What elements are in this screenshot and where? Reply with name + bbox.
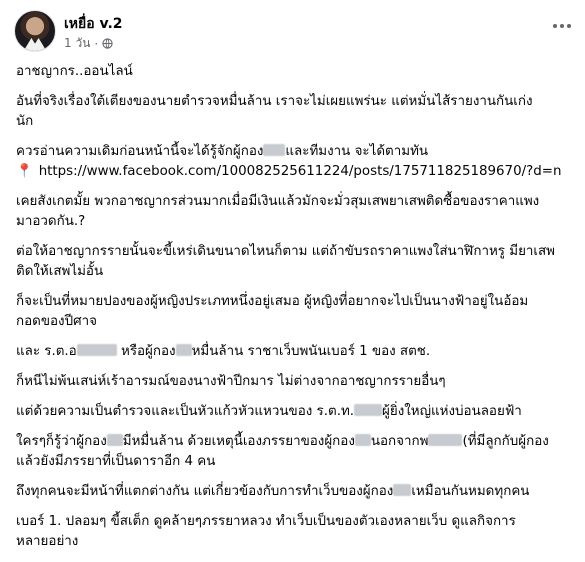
facebook-link-line[interactable]: 📍 https://www.facebook.com/10008252561122… xyxy=(16,162,576,182)
post-meta: 1 วัน · xyxy=(64,34,113,53)
pushpin-icon: 📍 xyxy=(16,164,33,179)
paragraph-4-line-1: เคยสังเกตมั้ย พวกอาชญากรส่วนมากเมื่อมีเง… xyxy=(16,194,540,209)
paragraph-2: อันที่จริงเรื่องใต้เตียงของนายตำรวจหมื่น… xyxy=(16,92,576,132)
post-time[interactable]: 1 วัน xyxy=(64,34,90,53)
paragraph-8: ก็หนีไม่พ้นเสน่ห์เร้าอารมณ์ของนางฟ้าปีกม… xyxy=(16,374,446,389)
facebook-post: เหยื่อ v.2 1 วัน · อาชญากร..ออนไลน์ อันท… xyxy=(0,0,585,549)
post-header: เหยื่อ v.2 1 วัน · xyxy=(0,0,585,60)
paragraph-5-line-1: ต่อให้อาชญากรรายนั้นจะขี้เหร่เดินขนาดไหน… xyxy=(16,244,556,259)
paragraph-4-line-2: มาอวดกัน.? xyxy=(16,214,86,229)
meta-separator: · xyxy=(94,36,99,51)
globe-icon xyxy=(102,38,113,49)
paragraph-7: และ ร.ต.อ หรือผู้กอง หมื่นล้าน ราชาเว็บพน… xyxy=(16,344,431,359)
paragraph-2-line-2: นัก xyxy=(16,114,34,129)
paragraph-5: ต่อให้อาชญากรรายนั้นจะขี้เหร่เดินขนาดไหน… xyxy=(16,242,576,282)
paragraph-10: ใครๆก็รู้ว่าผู้กอง มีหมื่นล้าน ด้วยเหตุนี… xyxy=(16,434,549,469)
paragraph-1-line-1: อาชญากร..ออนไลน์ xyxy=(16,64,133,79)
paragraph-6: ก็จะเป็นที่หมายปองของผู้หญิงประเภทหนึ่งอ… xyxy=(16,292,576,332)
paragraph-6-line-1: ก็จะเป็นที่หมายปองของผู้หญิงประเภทหนึ่งอ… xyxy=(16,294,529,309)
paragraph-1: อาชญากร..ออนไลน์ xyxy=(16,62,576,82)
paragraph-9: แต่ด้วยความเป็นตำรวจและเป็นหัวแก้วหัวแหว… xyxy=(16,404,522,419)
paragraph-2-line-1: อันที่จริงเรื่องใต้เตียงของนายตำรวจหมื่น… xyxy=(16,94,533,109)
paragraph-5-line-2: ติดให้เสพไม่อั้น xyxy=(16,264,104,279)
paragraph-12: เบอร์ 1. ปลอมๆ ขี้สเต็ก ดูคล้ายๆภรรยาหลว… xyxy=(16,514,516,549)
paragraph-3-line-1: ควรอ่านความเดิมก่อนหน้านี้จะได้รู้จักผู้… xyxy=(16,144,429,159)
author-avatar[interactable] xyxy=(14,10,56,52)
more-horizontal-icon[interactable] xyxy=(548,16,576,36)
post-body: อาชญากร..ออนไลน์ อันที่จริงเรื่องใต้เตีย… xyxy=(16,62,576,562)
paragraph-6-line-2: กอดของปีศาจ xyxy=(16,314,97,329)
paragraph-4: เคยสังเกตมั้ย พวกอาชญากรส่วนมากเมื่อมีเง… xyxy=(16,192,576,232)
paragraph-11: ถึงทุกคนจะมีหน้าที่แตกต่างกัน แต่เกี่ยวข… xyxy=(16,484,530,499)
author-name[interactable]: เหยื่อ v.2 xyxy=(64,13,123,35)
paragraph-3: ควรอ่านความเดิมก่อนหน้านี้จะได้รู้จักผู้… xyxy=(16,142,576,182)
facebook-post-link[interactable]: https://www.facebook.com/100082525611224… xyxy=(39,164,562,179)
